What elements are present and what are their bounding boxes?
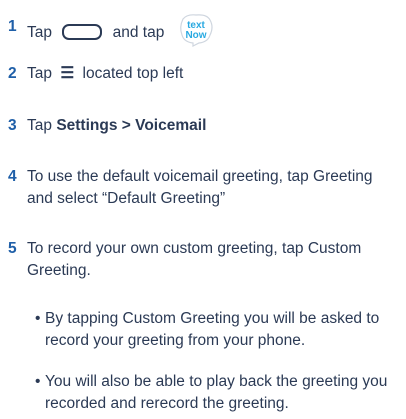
bullet-item-2: • You will also be able to play back the… [27, 371, 402, 415]
step-number: 3 [8, 117, 17, 134]
step-number: 4 [8, 168, 17, 185]
step-text: To use the default voicemail greeting, t… [27, 168, 373, 207]
step-text: Tap [27, 65, 52, 82]
logo-line-2: Now [185, 30, 206, 41]
step-2: 2 Tap ☰ located top left [0, 63, 400, 85]
step-number: 5 [8, 240, 17, 257]
bullet-text: By tapping Custom Greeting you will be a… [45, 310, 380, 349]
bullet-text: You will also be able to play back the g… [45, 373, 388, 412]
menu-icon: ☰ [60, 65, 75, 82]
separator: > [121, 117, 131, 134]
step-5: 5 To record your own custom greeting, ta… [0, 238, 400, 282]
step-4: 4 To use the default voicemail greeting,… [0, 166, 400, 210]
step-number: 1 [8, 18, 17, 35]
step-text: and tap [112, 24, 165, 42]
step-1: 1 Tap and tap text Now [0, 10, 400, 47]
instructions-page: 1 Tap and tap text Now 2 Tap ☰ located t… [0, 0, 406, 419]
bullet-dot: • [35, 373, 41, 390]
step-text: located top left [82, 65, 184, 82]
step-text: Tap [27, 117, 52, 134]
settings-label: Settings [56, 117, 118, 134]
step-text: Tap [27, 24, 52, 42]
bullet-dot: • [35, 310, 41, 327]
step-text: To record your own custom greeting, tap … [27, 240, 362, 279]
step-3: 3 Tap Settings > Voicemail [0, 115, 400, 137]
step-number: 2 [8, 65, 17, 82]
home-button-icon [62, 24, 103, 40]
voicemail-label: Voicemail [135, 117, 207, 134]
bullet-item-1: • By tapping Custom Greeting you will be… [27, 308, 402, 352]
textnow-logo-icon: text Now [179, 14, 213, 47]
